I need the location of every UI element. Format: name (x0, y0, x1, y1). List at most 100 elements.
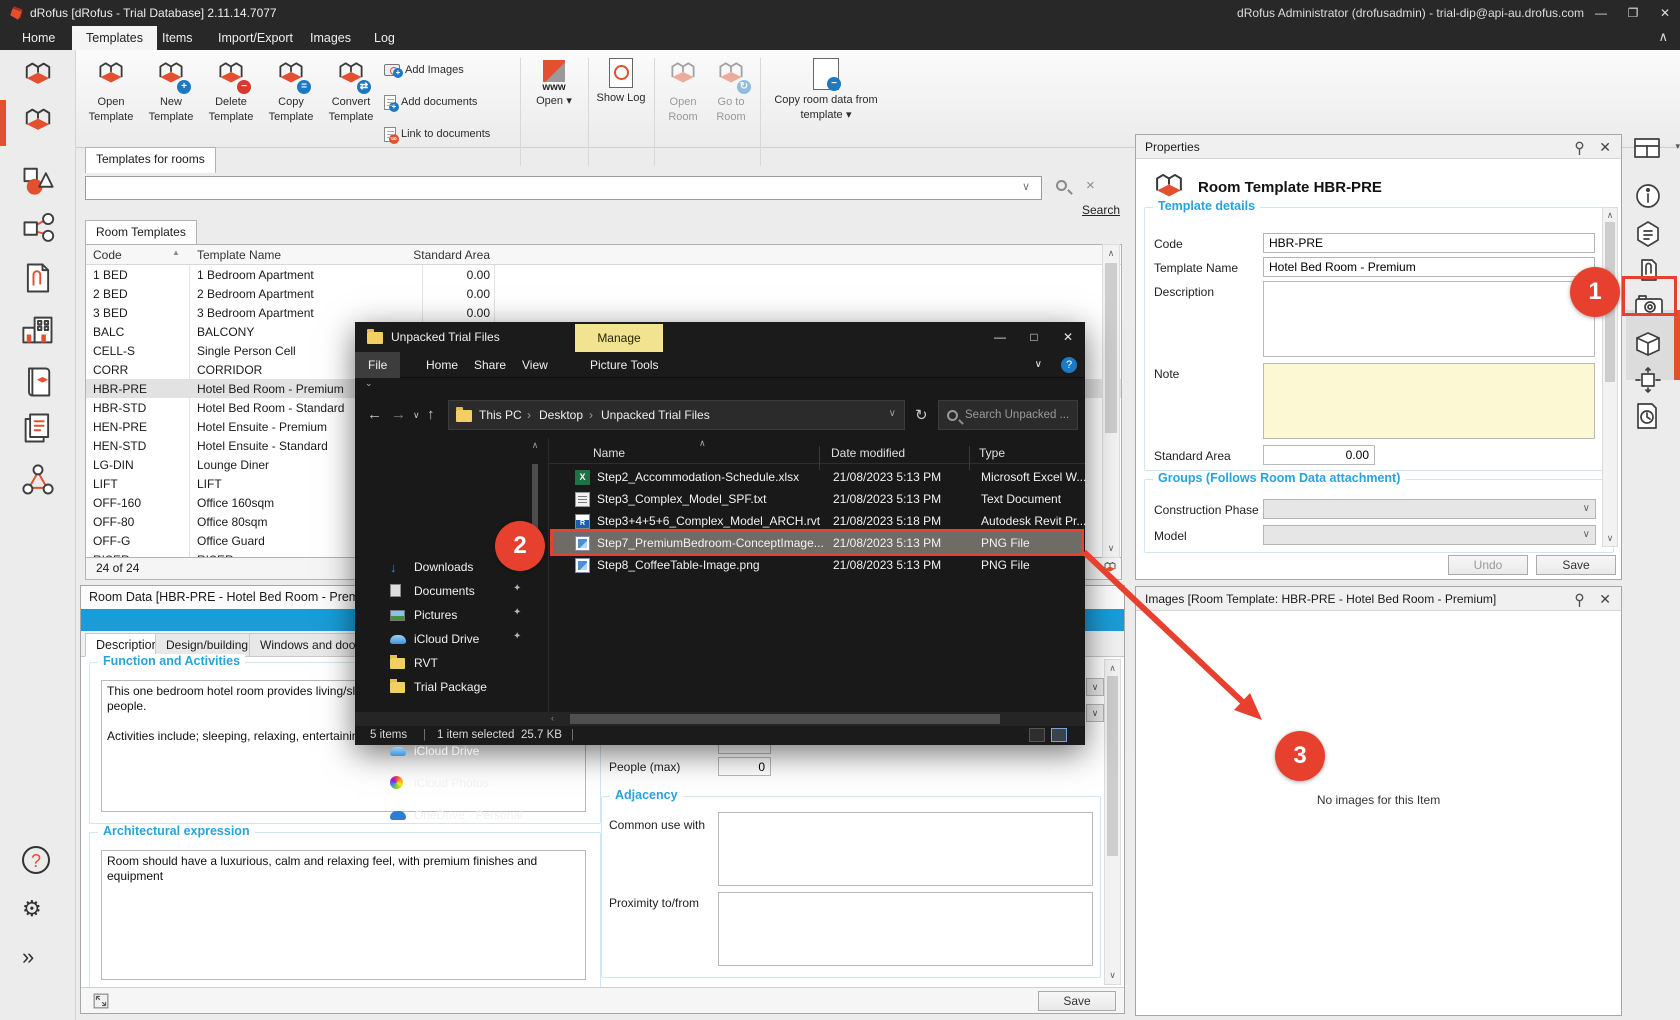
note-textarea[interactable] (1263, 363, 1595, 439)
code-input[interactable] (1263, 233, 1595, 253)
description-textarea[interactable] (1263, 281, 1595, 357)
copy-room-data-button[interactable]: − Copy room data from template ▾ (766, 56, 886, 174)
tab-room-templates[interactable]: Room Templates (85, 220, 197, 245)
sidebar-item-catalog-icon[interactable] (20, 364, 56, 400)
explorer-search-input[interactable] (965, 403, 1073, 427)
tab-templates[interactable]: Templates (72, 26, 157, 50)
back-icon[interactable]: ← (367, 406, 382, 423)
sidebar-item-network-icon[interactable] (20, 462, 56, 498)
close-button[interactable]: ✕ (1051, 322, 1085, 352)
scroll-up-icon[interactable]: ∧ (1103, 248, 1119, 259)
nav-scrollbar[interactable]: ∧ (530, 440, 540, 708)
tab-images[interactable]: Images (296, 26, 365, 50)
nav-item-onedrive-personal[interactable]: OneDrive - Personal (355, 804, 548, 826)
minimize-button[interactable]: — (983, 322, 1017, 352)
column-header-name[interactable]: Name (593, 446, 625, 460)
add-documents-button[interactable]: + Add documents (384, 92, 524, 112)
transform-icon[interactable] (1634, 366, 1670, 396)
sort-asc-icon[interactable]: ▲ (172, 248, 180, 257)
scrollbar-thumb[interactable] (1105, 263, 1117, 433)
tab-templates-for-rooms[interactable]: Templates for rooms (85, 147, 216, 173)
standard-area-input[interactable] (1263, 445, 1375, 465)
address-dropdown-icon[interactable]: ∨ (889, 408, 896, 419)
pin-icon[interactable] (1574, 593, 1585, 608)
file-row[interactable]: Step2_Accommodation-Schedule.xlsx21/08/2… (551, 466, 1084, 488)
add-images-button[interactable]: + Add Images (384, 60, 524, 80)
column-header-area[interactable]: Standard Area (396, 248, 490, 262)
breadcrumb-desktop[interactable]: Desktop (539, 408, 583, 422)
www-open-button[interactable]: www Open ▾ (526, 56, 582, 174)
architectural-expression-textarea[interactable]: Room should have a luxurious, calm and r… (101, 850, 586, 980)
table-scrollbar[interactable]: ∧ ∨ (1102, 244, 1120, 558)
clear-search-icon[interactable]: × (1086, 177, 1095, 194)
address-bar[interactable]: This PC › Desktop › Unpacked Trial Files… (448, 400, 905, 430)
construction-phase-dropdown[interactable] (1263, 499, 1596, 519)
column-header-date[interactable]: Date modified (831, 446, 905, 460)
column-header-type[interactable]: Type (979, 446, 1005, 460)
nav-item-rvt[interactable]: RVT (355, 652, 548, 674)
sidebar-item-systems-icon[interactable] (20, 210, 56, 246)
show-log-button[interactable]: Show Log (594, 56, 648, 174)
up-icon[interactable]: ↑ (427, 406, 435, 423)
copy-template-button[interactable]: = Copy Template (262, 56, 320, 174)
file-row[interactable]: Step3_Complex_Model_SPF.txt21/08/2023 5:… (551, 488, 1084, 510)
scroll-down-icon[interactable]: ∨ (1105, 970, 1120, 981)
nav-item-trial-package[interactable]: Trial Package (355, 676, 548, 698)
template-row[interactable]: 3 BED3 Bedroom Apartment0.00 (86, 303, 1121, 322)
sidebar-item-reports-icon[interactable] (20, 410, 56, 446)
forward-icon[interactable]: → (391, 406, 406, 423)
properties-save-button[interactable]: Save (1536, 555, 1616, 575)
column-header-code[interactable]: Code (93, 248, 122, 262)
sidebar-item-documents-icon[interactable] (20, 260, 56, 296)
file-row[interactable]: Step8_CoffeeTable-Image.png21/08/2023 5:… (551, 554, 1084, 576)
close-panel-icon[interactable]: ✕ (1599, 591, 1611, 608)
expand-panel-icon[interactable] (93, 993, 109, 1009)
scroll-left-icon[interactable]: ‹ (551, 713, 554, 723)
undo-button[interactable]: Undo (1448, 555, 1528, 575)
sidebar-item-rooms-icon[interactable] (20, 58, 56, 94)
people-max-input[interactable] (718, 757, 771, 776)
model-dropdown[interactable] (1263, 525, 1596, 545)
tab-log[interactable]: Log (360, 26, 409, 50)
search-icon[interactable] (1056, 180, 1067, 191)
template-row[interactable]: 1 BED1 Bedroom Apartment0.00 (86, 265, 1121, 284)
scroll-down-icon[interactable]: ∨ (1603, 533, 1617, 544)
tab-items[interactable]: Items (148, 26, 207, 50)
expand-ribbon-icon[interactable]: ∨ (1022, 352, 1055, 378)
sidebar-item-room-templates-icon[interactable] (20, 104, 56, 140)
breadcrumb-folder[interactable]: Unpacked Trial Files (601, 408, 710, 422)
link-documents-button[interactable]: ∞ Link to documents (384, 124, 524, 144)
restore-button[interactable]: ❐ (1618, 0, 1648, 26)
info-icon[interactable] (1634, 182, 1670, 212)
go-to-room-button[interactable]: ↻ Go to Room (708, 56, 754, 174)
close-panel-icon[interactable]: ✕ (1599, 139, 1611, 156)
sidebar-item-items-icon[interactable] (20, 162, 56, 198)
scrollbar-thumb[interactable] (570, 714, 1000, 724)
tab-manage[interactable]: Manage (575, 324, 663, 352)
open-room-button[interactable]: Open Room (660, 56, 706, 174)
properties-doc-icon[interactable] (1634, 220, 1670, 250)
history-log-icon[interactable] (1634, 402, 1670, 432)
nav-item-icloud-drive[interactable]: iCloud Drive✦ (355, 628, 548, 650)
pin-icon[interactable] (1574, 141, 1585, 156)
nav-item-documents[interactable]: Documents✦ (355, 580, 548, 602)
search-dropdown-icon[interactable]: ∨ (1022, 180, 1030, 193)
3d-model-icon[interactable] (1634, 330, 1670, 360)
collapse-ribbon-icon[interactable]: ∧ (1658, 29, 1668, 45)
help-button[interactable]: ? (22, 846, 50, 874)
settings-gear-icon[interactable]: ⚙ (22, 896, 42, 922)
nav-item-pictures[interactable]: Pictures✦ (355, 604, 548, 626)
minimize-button[interactable]: — (1586, 0, 1616, 26)
tab-view[interactable]: View (509, 352, 561, 378)
breadcrumb-this-pc[interactable]: This PC (479, 408, 522, 422)
tab-import-export[interactable]: Import/Export (204, 26, 307, 50)
expand-sidebar-icon[interactable]: » (22, 944, 34, 970)
template-search-input[interactable] (85, 176, 1042, 200)
tab-home[interactable]: Home (8, 26, 69, 50)
tab-picture-tools[interactable]: Picture Tools (577, 352, 671, 378)
properties-scrollbar[interactable]: ∧ ∨ (1602, 207, 1618, 547)
nav-item-icloud-photos[interactable]: iCloud Photos (355, 772, 548, 794)
refresh-icon[interactable]: ↻ (915, 406, 928, 424)
help-icon[interactable]: ? (1061, 357, 1077, 373)
quick-access-toolbar[interactable]: ⌄ (355, 378, 1085, 394)
